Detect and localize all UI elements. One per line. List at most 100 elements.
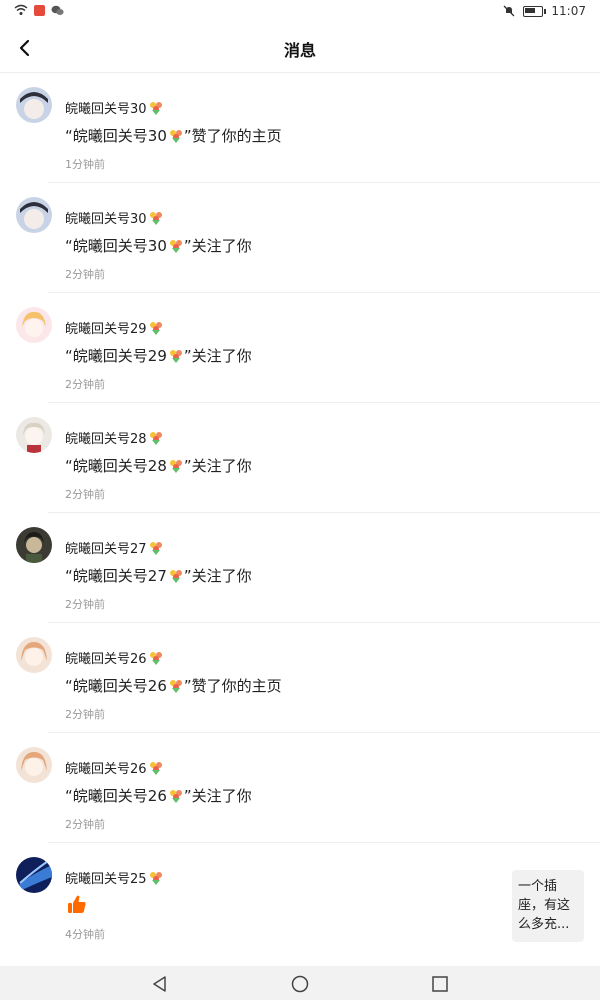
notification-message: “皖曦回关号29 ”关注了你: [65, 345, 252, 366]
message-prefix: “皖曦回关号29: [65, 347, 167, 365]
sender-name: 皖曦回关号26: [65, 652, 147, 667]
avatar-image: [16, 527, 52, 563]
message-suffix: ”关注了你: [183, 237, 252, 255]
flower-bouquet-icon: [169, 789, 182, 803]
notification-sender: 皖曦回关号30: [65, 208, 164, 227]
avatar-image: [16, 747, 52, 783]
notification-item[interactable]: 皖曦回关号30 “皖曦回关号30 ”赞了你的主页 1分钟前: [0, 73, 600, 183]
notification-sender: 皖曦回关号26: [65, 648, 164, 667]
floating-preview-card[interactable]: 一个插座，有这么多充...: [512, 870, 584, 942]
notification-time: 2分钟前: [65, 488, 105, 501]
notification-item[interactable]: 皖曦回关号28 “皖曦回关号28 ”关注了你 2分钟前: [0, 403, 600, 513]
notification-time: 2分钟前: [65, 818, 105, 831]
notification-time: 2分钟前: [65, 708, 105, 721]
wifi-icon: [14, 4, 28, 15]
notification-message: “皖曦回关号27 ”关注了你: [65, 565, 252, 586]
message-prefix: “皖曦回关号28: [65, 457, 167, 475]
sender-name: 皖曦回关号28: [65, 432, 147, 447]
page-title: 消息: [283, 41, 316, 60]
message-suffix: ”赞了你的主页: [183, 127, 282, 145]
avatar-image: [16, 87, 52, 123]
notification-message: “皖曦回关号30 ”关注了你: [65, 235, 252, 256]
message-suffix: ”关注了你: [183, 567, 252, 585]
flower-bouquet-icon: [149, 541, 162, 555]
avatar[interactable]: [16, 197, 52, 233]
header-bar: 消息: [0, 24, 600, 73]
notification-item[interactable]: 皖曦回关号30 “皖曦回关号30 ”关注了你 2分钟前: [0, 183, 600, 293]
flower-bouquet-icon: [149, 211, 162, 225]
notification-list: 皖曦回关号30 “皖曦回关号30 ”赞了你的主页 1分钟前 皖曦回关号30 “皖…: [0, 73, 600, 953]
notification-time: 2分钟前: [65, 378, 105, 391]
message-suffix: ”关注了你: [183, 457, 252, 475]
message-suffix: ”关注了你: [183, 787, 252, 805]
notification-sender: 皖曦回关号25: [65, 868, 164, 887]
status-time: 11:07: [551, 4, 586, 18]
notification-sender: 皖曦回关号26: [65, 758, 164, 777]
message-suffix: ”赞了你的主页: [183, 677, 282, 695]
notification-message: “皖曦回关号26 ”赞了你的主页: [65, 675, 282, 696]
avatar-image: [16, 857, 52, 893]
flower-bouquet-icon: [169, 459, 182, 473]
avatar[interactable]: [16, 637, 52, 673]
message-prefix: “皖曦回关号30: [65, 237, 167, 255]
thumbs-up-icon: [68, 895, 86, 913]
notification-item[interactable]: 皖曦回关号26 “皖曦回关号26 ”赞了你的主页 2分钟前: [0, 623, 600, 733]
notification-sender: 皖曦回关号29: [65, 318, 164, 337]
avatar[interactable]: [16, 417, 52, 453]
sender-name: 皖曦回关号30: [65, 102, 147, 117]
message-suffix: ”关注了你: [183, 347, 252, 365]
system-nav-bar: [0, 966, 600, 1000]
notification-sender: 皖曦回关号27: [65, 538, 164, 557]
avatar[interactable]: [16, 87, 52, 123]
notification-item[interactable]: 皖曦回关号27 “皖曦回关号27 ”关注了你 2分钟前: [0, 513, 600, 623]
message-prefix: “皖曦回关号26: [65, 677, 167, 695]
home-circle-icon[interactable]: [290, 974, 310, 994]
notification-message: “皖曦回关号30 ”赞了你的主页: [65, 125, 282, 146]
app-notification-icon: [34, 4, 45, 16]
avatar-image: [16, 197, 52, 233]
notification-item[interactable]: 皖曦回关号29 “皖曦回关号29 ”关注了你 2分钟前: [0, 293, 600, 403]
sender-name: 皖曦回关号27: [65, 542, 147, 557]
avatar-image: [16, 417, 52, 453]
sender-name: 皖曦回关号29: [65, 322, 147, 337]
flower-bouquet-icon: [149, 761, 162, 775]
wechat-icon: [51, 5, 64, 15]
sender-name: 皖曦回关号30: [65, 212, 147, 227]
recents-square-icon[interactable]: [430, 974, 450, 994]
avatar-image: [16, 307, 52, 343]
status-bar-left: [14, 4, 64, 16]
avatar[interactable]: [16, 857, 52, 893]
flower-bouquet-icon: [149, 431, 162, 445]
flower-bouquet-icon: [169, 569, 182, 583]
back-triangle-icon[interactable]: [150, 974, 170, 994]
avatar[interactable]: [16, 747, 52, 783]
flower-bouquet-icon: [149, 321, 162, 335]
battery-icon: [523, 5, 547, 17]
notification-item[interactable]: 皖曦回关号25 4分钟前: [0, 843, 600, 953]
mute-icon: [503, 5, 515, 17]
status-bar-right: 11:07: [503, 4, 586, 18]
flower-bouquet-icon: [169, 129, 182, 143]
notification-sender: 皖曦回关号28: [65, 428, 164, 447]
message-prefix: “皖曦回关号26: [65, 787, 167, 805]
message-prefix: “皖曦回关号27: [65, 567, 167, 585]
flower-bouquet-icon: [149, 651, 162, 665]
notification-time: 1分钟前: [65, 158, 105, 171]
message-prefix: “皖曦回关号30: [65, 127, 167, 145]
notification-sender: 皖曦回关号30: [65, 98, 164, 117]
notification-message: “皖曦回关号26 ”关注了你: [65, 785, 252, 806]
flower-bouquet-icon: [149, 871, 162, 885]
avatar[interactable]: [16, 307, 52, 343]
avatar-image: [16, 637, 52, 673]
sender-name: 皖曦回关号25: [65, 872, 147, 887]
status-bar: 11:07: [0, 0, 600, 24]
sender-name: 皖曦回关号26: [65, 762, 147, 777]
flower-bouquet-icon: [149, 101, 162, 115]
notification-item[interactable]: 皖曦回关号26 “皖曦回关号26 ”关注了你 2分钟前: [0, 733, 600, 843]
flower-bouquet-icon: [169, 679, 182, 693]
notification-time: 4分钟前: [65, 928, 105, 941]
avatar[interactable]: [16, 527, 52, 563]
notification-time: 2分钟前: [65, 268, 105, 281]
flower-bouquet-icon: [169, 349, 182, 363]
notification-time: 2分钟前: [65, 598, 105, 611]
